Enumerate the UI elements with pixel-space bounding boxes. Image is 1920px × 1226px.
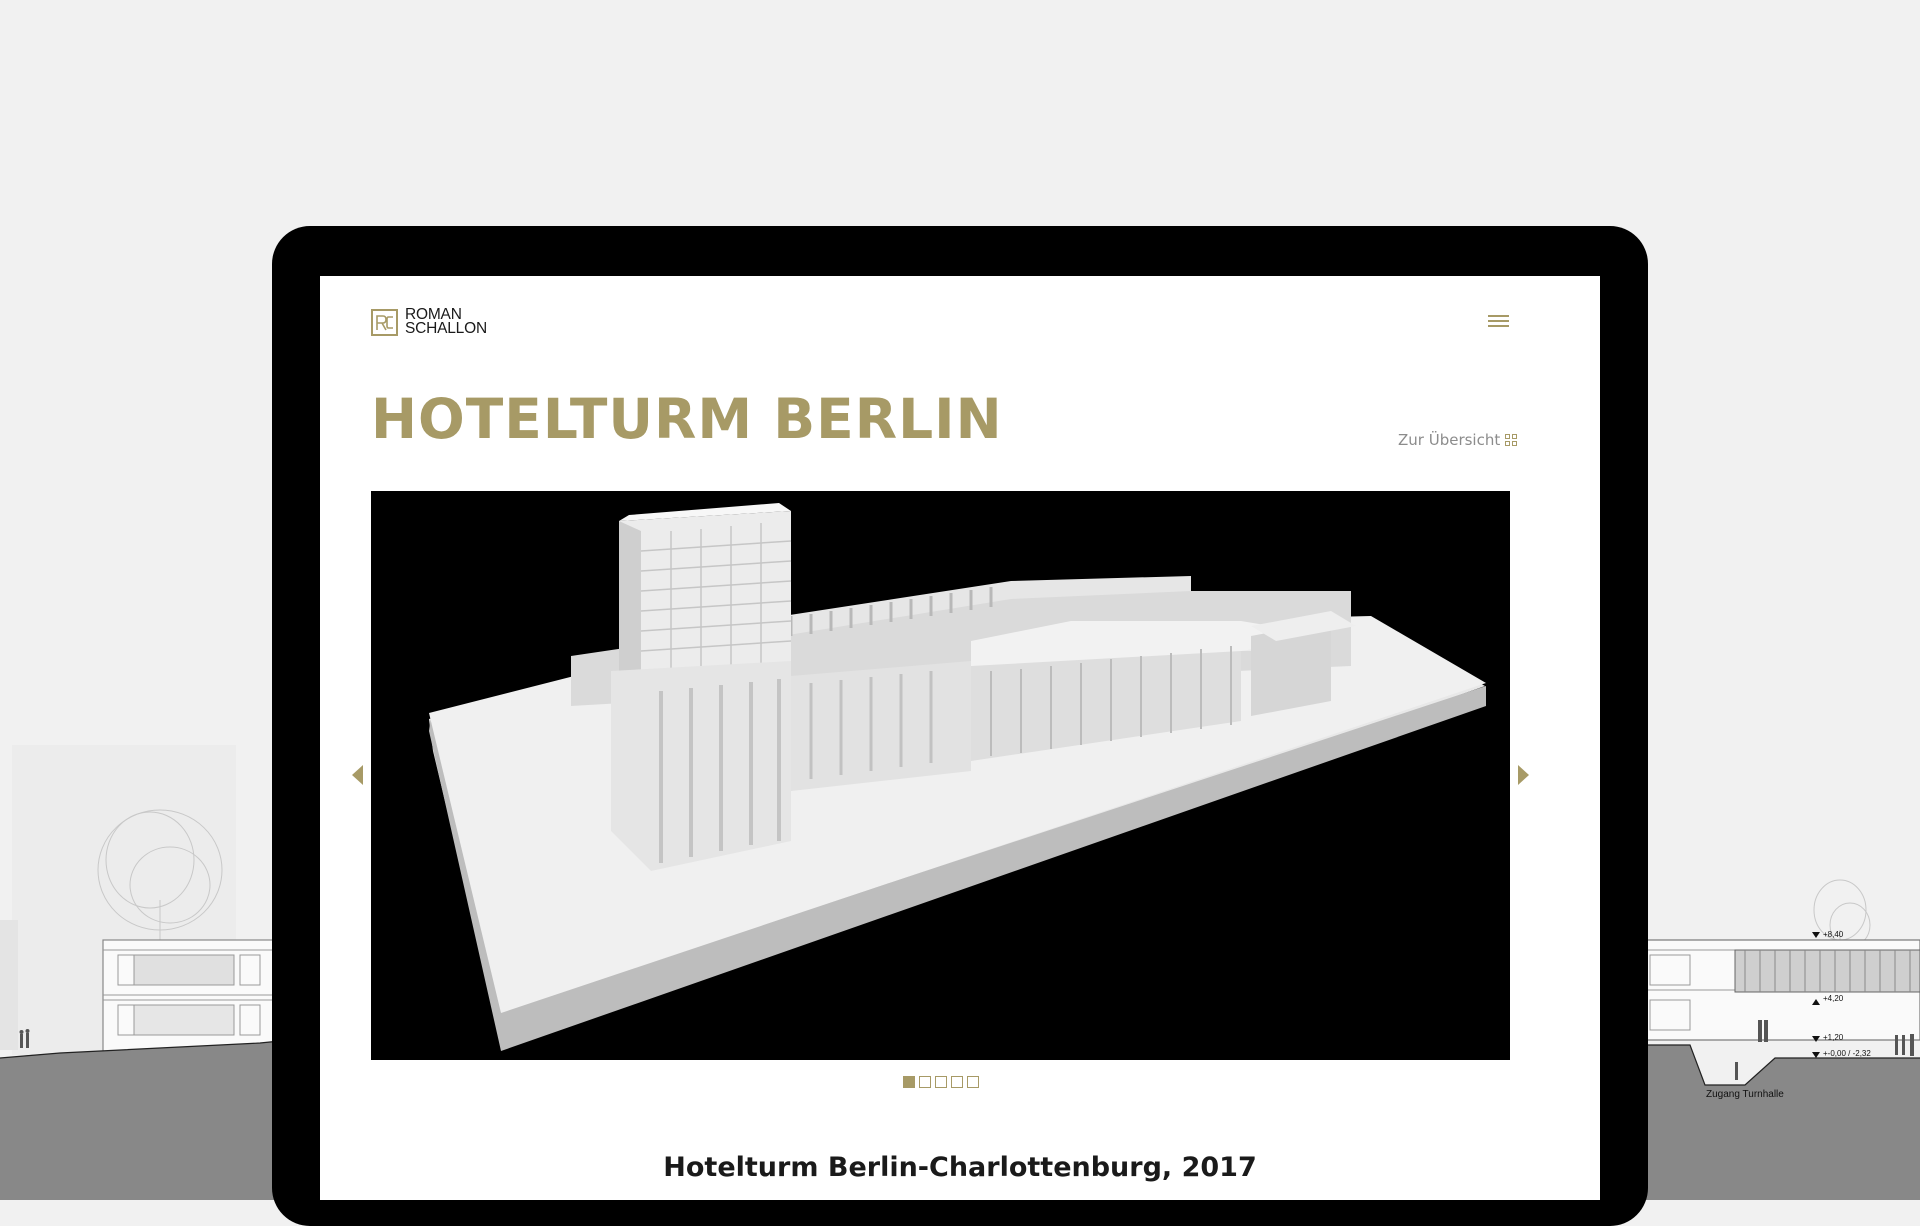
architectural-model-image [371, 491, 1510, 1060]
website-screen: ROMAN SCHALLON HOTELTURM BERLIN Zur Über… [320, 276, 1600, 1200]
slider-dot[interactable] [935, 1076, 947, 1088]
project-subtitle: Hotelturm Berlin-Charlottenburg, 2017 [663, 1152, 1257, 1183]
rs-monogram-icon [371, 308, 398, 336]
arrow-right-icon[interactable] [1518, 765, 1529, 785]
arrow-left-icon[interactable] [352, 765, 363, 785]
logo-wordmark: ROMAN SCHALLON [405, 307, 487, 337]
overview-link[interactable]: Zur Übersicht [1398, 431, 1518, 449]
slider-pagination [903, 1076, 979, 1088]
site-logo[interactable]: ROMAN SCHALLON [371, 307, 487, 337]
slider-dot[interactable] [919, 1076, 931, 1088]
level-label: +1,20 [1823, 1033, 1844, 1042]
slider-dot[interactable] [967, 1076, 979, 1088]
page-title: HOTELTURM BERLIN [371, 387, 1003, 451]
hamburger-menu-icon[interactable] [1488, 315, 1509, 331]
level-label: +4,20 [1823, 994, 1844, 1003]
image-slider[interactable] [371, 491, 1510, 1060]
overview-link-label: Zur Übersicht [1398, 431, 1501, 449]
slider-dot[interactable] [903, 1076, 915, 1088]
logo-line-2: SCHALLON [405, 320, 487, 337]
grid-icon [1505, 434, 1518, 446]
section-label: Zugang Turnhalle [1706, 1089, 1784, 1100]
slider-dot[interactable] [951, 1076, 963, 1088]
level-label: +-0,00 / -2,32 [1823, 1049, 1871, 1058]
level-label: +8,40 [1823, 930, 1844, 939]
